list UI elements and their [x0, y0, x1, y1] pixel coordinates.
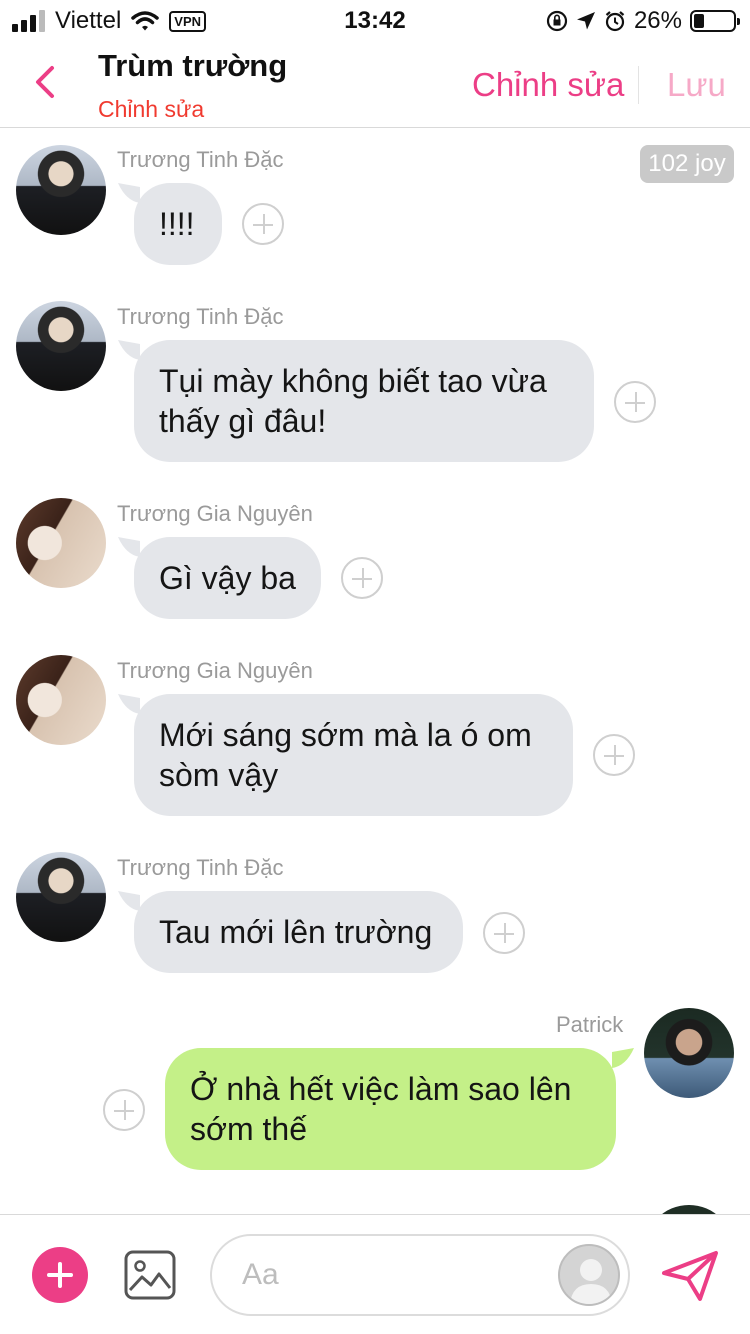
sender-name: Trương Gia Nguyên	[117, 658, 313, 683]
message-text: !!!!	[159, 206, 195, 242]
add-button[interactable]	[32, 1247, 88, 1303]
react-button[interactable]	[242, 203, 284, 245]
sender-name: Patrick	[556, 1012, 624, 1037]
message-bubble[interactable]: Tụi mày không biết tao vừa thấy gì đâu!	[134, 340, 594, 462]
bubble-tail	[118, 891, 140, 911]
bubble-tail	[118, 183, 140, 203]
message-bubble[interactable]: Ở nhà hết việc làm sao lên sớm thế	[165, 1048, 616, 1170]
bubble-tail	[118, 340, 140, 360]
react-button[interactable]	[341, 557, 383, 599]
avatar[interactable]	[16, 301, 106, 391]
react-button[interactable]	[103, 1089, 145, 1131]
chat-header: Trùm trường Chỉnh sửa Chỉnh sửa Lưu	[0, 40, 750, 128]
joy-badge: 102 joy	[640, 145, 734, 183]
message-text: sớm thế	[190, 1111, 308, 1147]
message-input-wrapper	[210, 1234, 630, 1316]
message-text: Mới sáng sớm mà la ó om	[159, 717, 532, 753]
sender-name: Trương Tinh Đặc	[117, 304, 284, 329]
profile-placeholder-icon[interactable]	[558, 1244, 620, 1306]
header-divider	[638, 66, 639, 104]
battery-icon	[690, 10, 740, 32]
chat-title: Trùm trường	[98, 48, 288, 83]
back-chevron-icon[interactable]	[28, 62, 64, 102]
sender-name: Trương Gia Nguyên	[117, 501, 313, 526]
message-bubble[interactable]: Mới sáng sớm mà la ó om sòm vậy	[134, 694, 573, 816]
message-text: Tau mới lên trường	[159, 914, 433, 950]
sender-name: Trương Tinh Đặc	[117, 855, 284, 880]
message-text: sòm vậy	[159, 757, 279, 793]
message-text: thấy gì đâu!	[159, 403, 327, 439]
sender-name: Trương Tinh Đặc	[117, 147, 284, 172]
avatar[interactable]	[16, 655, 106, 745]
chat-subtitle[interactable]: Chỉnh sửa	[98, 96, 204, 123]
react-button[interactable]	[593, 734, 635, 776]
message-bubble[interactable]: Tau mới lên trường	[134, 891, 463, 973]
react-button[interactable]	[483, 912, 525, 954]
status-bar: Viettel VPN 13:42 26%	[0, 0, 750, 40]
message-text: Tụi mày không biết tao vừa	[159, 363, 547, 399]
bubble-tail	[118, 537, 140, 557]
bubble-tail	[612, 1048, 634, 1068]
orientation-lock-icon	[546, 10, 568, 32]
composer-bar	[0, 1214, 750, 1334]
alarm-icon	[605, 11, 625, 32]
message-bubble[interactable]: Gì vậy ba	[134, 537, 321, 619]
battery-percent: 26%	[633, 7, 682, 34]
person-silhouette-icon	[570, 1259, 612, 1304]
send-icon[interactable]	[660, 1249, 720, 1303]
message-text: Ở nhà hết việc làm sao lên	[190, 1071, 572, 1107]
message-input[interactable]	[242, 1250, 542, 1300]
image-icon[interactable]	[124, 1250, 176, 1300]
message-bubble[interactable]: !!!!	[134, 183, 222, 265]
react-button[interactable]	[614, 381, 656, 423]
avatar[interactable]	[16, 498, 106, 588]
bubble-tail	[118, 694, 140, 714]
avatar[interactable]	[16, 145, 106, 235]
message-text: Gì vậy ba	[159, 560, 296, 596]
location-arrow-icon	[576, 12, 595, 30]
edit-button[interactable]: Chỉnh sửa	[472, 66, 624, 104]
avatar[interactable]	[16, 852, 106, 942]
avatar[interactable]	[644, 1008, 734, 1098]
save-button[interactable]: Lưu	[667, 66, 726, 104]
